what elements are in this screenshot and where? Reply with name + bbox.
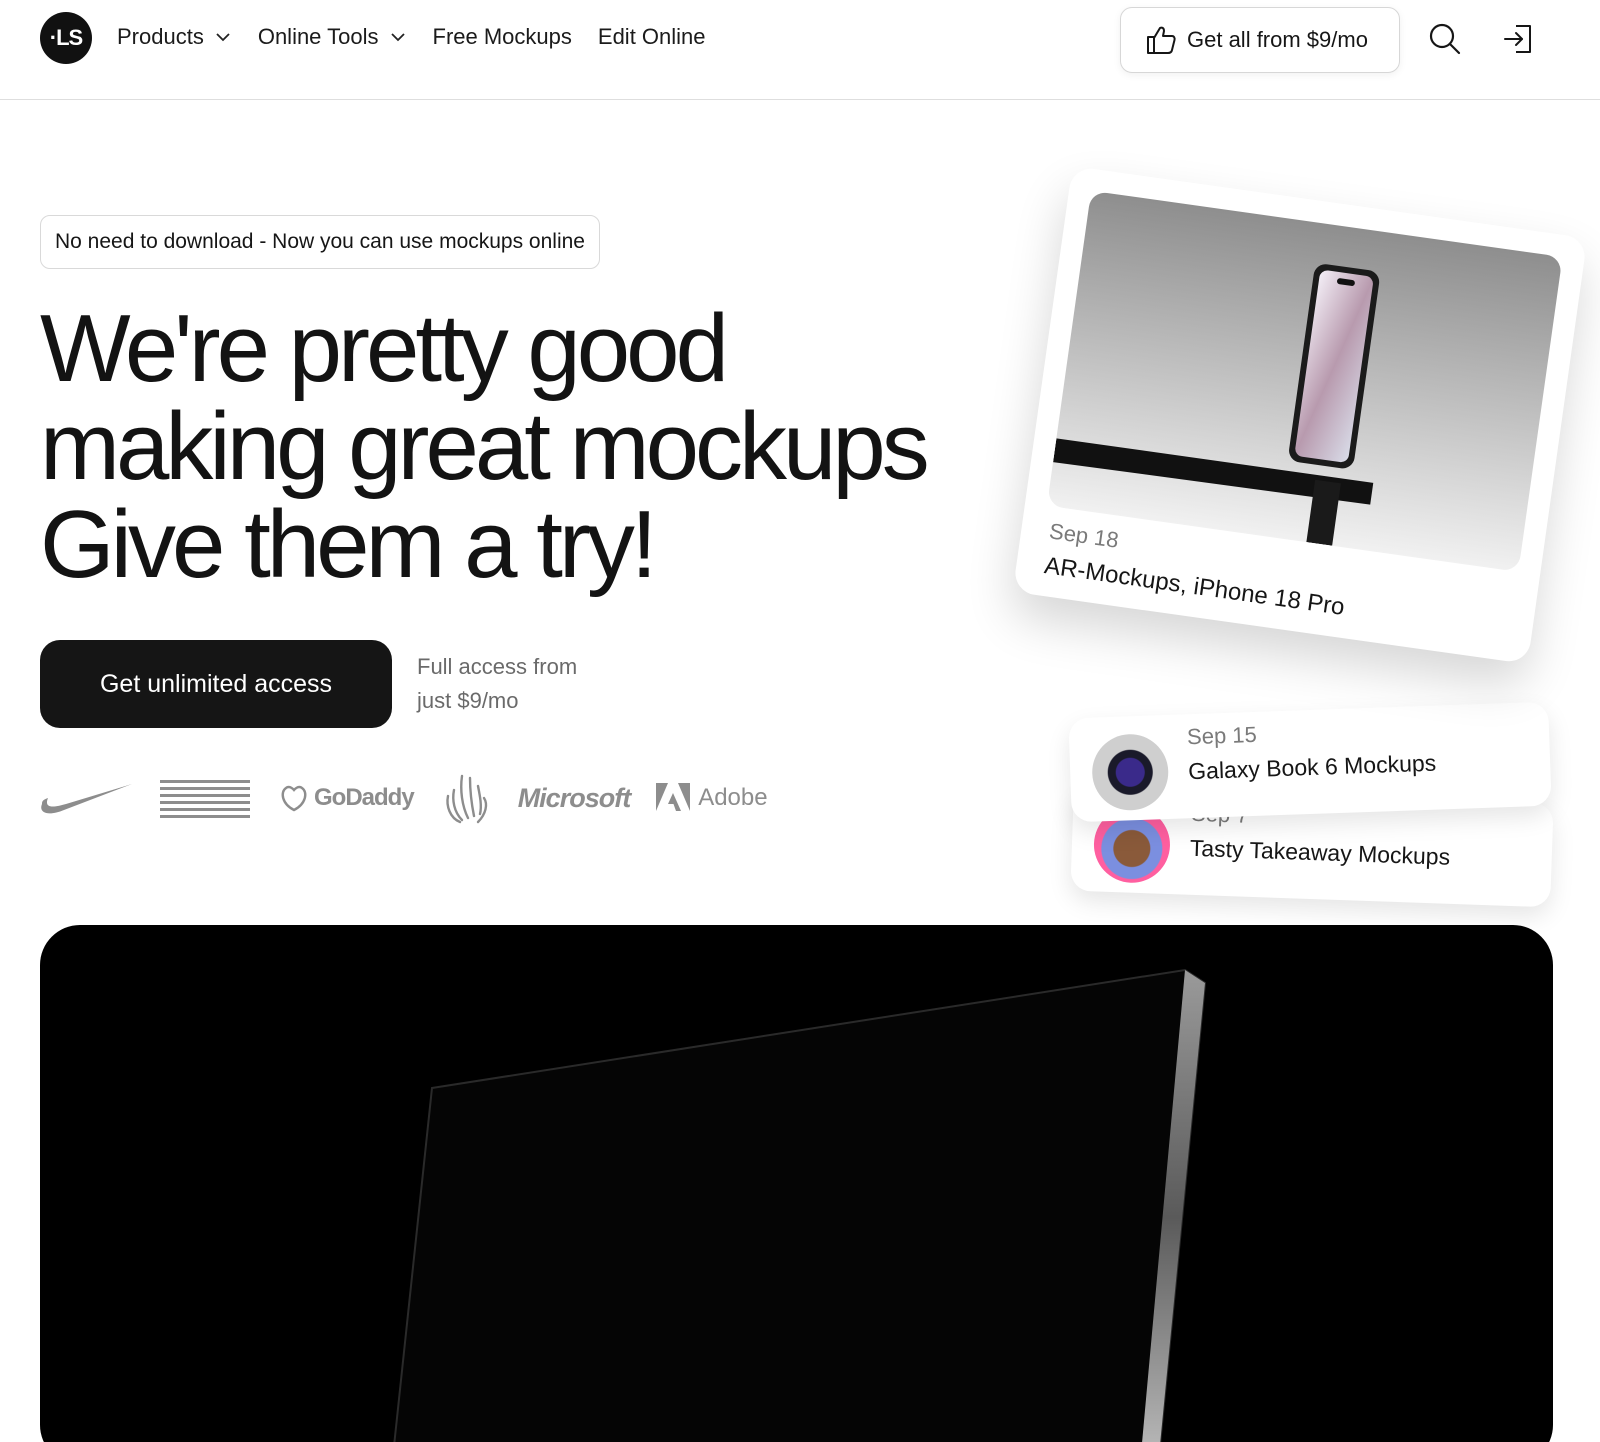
nav-item-products[interactable]: Products: [117, 24, 232, 50]
feed-date: Sep 18: [1047, 518, 1121, 553]
feed-title: Tasty Takeaway Mockups: [1189, 834, 1451, 870]
headline-line: We're pretty good: [40, 295, 729, 402]
headline-line: Give them a try!: [40, 491, 658, 598]
feed-image: [1046, 190, 1563, 572]
svg-text:IBM: IBM: [168, 778, 244, 818]
latest-mockups-stack: Sep 7 Tasty Takeaway Mockups Sep 15 Gala…: [1012, 165, 1590, 908]
nav-item-label: Edit Online: [597, 24, 706, 49]
login-icon: [1504, 25, 1531, 53]
nav-item-online-tools[interactable]: Online Tools: [258, 24, 407, 50]
pricing-note: Full access from just $9/mo: [417, 650, 577, 718]
microsoft-logo: Microsoft: [518, 783, 631, 814]
pricing-note-line: just $9/mo: [417, 688, 519, 713]
ibm-logo: IBM: [160, 778, 252, 818]
feed-card[interactable]: Sep 15 Galaxy Book 6 Mockups: [1068, 701, 1552, 823]
feed-date: Sep 15: [1186, 721, 1258, 750]
chevron-down-icon: [216, 33, 230, 42]
get-unlimited-access-button[interactable]: Get unlimited access: [40, 640, 392, 728]
feed-title: AR-Mockups, iPhone 18 Pro: [1042, 552, 1347, 621]
feed-title: Galaxy Book 6 Mockups: [1187, 749, 1437, 785]
adobe-logo: Adobe: [656, 783, 768, 813]
thumbs-up-icon: [1147, 26, 1176, 54]
brand-label: Microsoft: [517, 782, 631, 813]
headline-line: making great mockups: [40, 393, 930, 500]
nav-item-label: Free Mockups: [432, 24, 572, 49]
search-icon: [1429, 23, 1461, 55]
brand-label: GoDaddy: [314, 784, 415, 811]
announcement-text: No need to download - Now you can use mo…: [55, 230, 585, 253]
iphone-mockup-illustration: [1053, 264, 1380, 546]
top-navbar: ·LS Products Online Tools Free Mockups E…: [0, 0, 1600, 100]
adobe-icon: [656, 783, 691, 811]
login-button[interactable]: [1500, 20, 1538, 58]
hand-logo: [440, 770, 492, 826]
pricing-cta-label: Get all from $9/mo: [1187, 27, 1368, 52]
hero-showcase-media: [40, 925, 1553, 1442]
chevron-down-icon: [390, 33, 405, 42]
device-silhouette-illustration: [393, 968, 1207, 1442]
site-logo[interactable]: ·LS: [40, 12, 92, 64]
main-nav: Products Online Tools Free Mockups Edit …: [117, 24, 732, 50]
nav-item-label: Products: [117, 24, 204, 49]
godaddy-logo: GoDaddy: [278, 782, 415, 814]
feed-thumbnail: [1090, 732, 1170, 812]
pricing-note-line: Full access from: [417, 654, 578, 679]
hero-headline: We're pretty good making great mockups G…: [40, 300, 1000, 594]
nav-item-label: Online Tools: [257, 24, 379, 49]
nav-item-free-mockups[interactable]: Free Mockups: [433, 24, 572, 50]
search-button[interactable]: [1426, 20, 1464, 58]
announcement-badge: No need to download - Now you can use mo…: [40, 215, 600, 269]
nike-logo: [40, 778, 134, 818]
brand-logos: IBM GoDaddy Microsoft Adobe: [40, 770, 794, 826]
button-label: Get unlimited access: [99, 669, 333, 698]
nav-item-edit-online[interactable]: Edit Online: [598, 24, 706, 50]
pricing-cta-button[interactable]: Get all from $9/mo: [1120, 7, 1400, 73]
feed-card-featured[interactable]: Sep 18 AR-Mockups, iPhone 18 Pro: [1012, 165, 1588, 665]
brand-label: Adobe: [698, 784, 768, 811]
godaddy-icon: [281, 785, 307, 812]
